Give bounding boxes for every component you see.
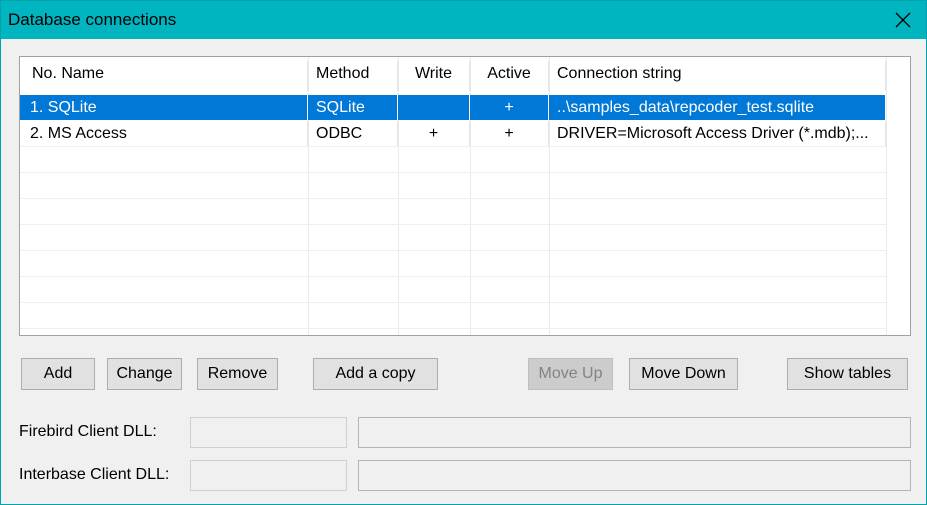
column-divider xyxy=(886,57,887,335)
show-tables-button[interactable]: Show tables xyxy=(787,358,908,390)
firebird-dll-field[interactable] xyxy=(190,417,347,448)
cell-method: ODBC xyxy=(308,121,398,146)
cell-connection-string: DRIVER=Microsoft Access Driver (*.mdb);.… xyxy=(549,121,886,146)
window-title: Database connections xyxy=(8,10,177,29)
header-connection-string[interactable]: Connection string xyxy=(549,61,886,91)
interbase-dll-field[interactable] xyxy=(190,460,347,491)
move-up-button[interactable]: Move Up xyxy=(528,358,613,390)
header-method[interactable]: Method xyxy=(308,61,398,91)
cell-write xyxy=(398,95,470,120)
header-no-name[interactable]: No. Name xyxy=(20,61,308,91)
list-header: No. Name Method Write Active Connection … xyxy=(20,61,886,91)
firebird-path-field[interactable] xyxy=(358,417,911,448)
remove-button[interactable]: Remove xyxy=(197,358,278,390)
header-active[interactable]: Active xyxy=(470,61,549,91)
close-button[interactable] xyxy=(880,1,926,39)
add-copy-button[interactable]: Add a copy xyxy=(313,358,438,390)
firebird-dll-label: Firebird Client DLL: xyxy=(19,423,157,440)
cell-method: SQLite xyxy=(308,95,398,120)
grid-line xyxy=(20,328,886,329)
add-button[interactable]: Add xyxy=(21,358,95,390)
interbase-dll-label: Interbase Client DLL: xyxy=(19,466,170,483)
move-down-button[interactable]: Move Down xyxy=(629,358,738,390)
grid-line xyxy=(20,302,886,303)
header-write[interactable]: Write xyxy=(398,61,470,91)
cell-write: + xyxy=(398,121,470,146)
grid-line xyxy=(20,224,886,225)
cell-active: + xyxy=(470,95,549,120)
grid-line xyxy=(20,250,886,251)
grid-line xyxy=(20,172,886,173)
close-icon xyxy=(895,12,911,28)
grid-line xyxy=(20,276,886,277)
cell-no-name: 2. MS Access xyxy=(20,121,308,146)
interbase-path-field[interactable] xyxy=(358,460,911,491)
grid-line xyxy=(20,198,886,199)
title-bar: Database connections xyxy=(1,1,926,39)
change-button[interactable]: Change xyxy=(107,358,182,390)
connections-list[interactable]: No. Name Method Write Active Connection … xyxy=(19,56,911,336)
table-row[interactable]: 1. SQLite SQLite + ..\samples_data\repco… xyxy=(20,95,886,120)
database-connections-window: Database connections No. Name Method Wri… xyxy=(0,0,927,505)
table-row[interactable]: 2. MS Access ODBC + + DRIVER=Microsoft A… xyxy=(20,121,886,146)
grid-line xyxy=(20,146,886,147)
cell-no-name: 1. SQLite xyxy=(20,95,308,120)
cell-active: + xyxy=(470,121,549,146)
cell-connection-string: ..\samples_data\repcoder_test.sqlite xyxy=(549,95,886,120)
